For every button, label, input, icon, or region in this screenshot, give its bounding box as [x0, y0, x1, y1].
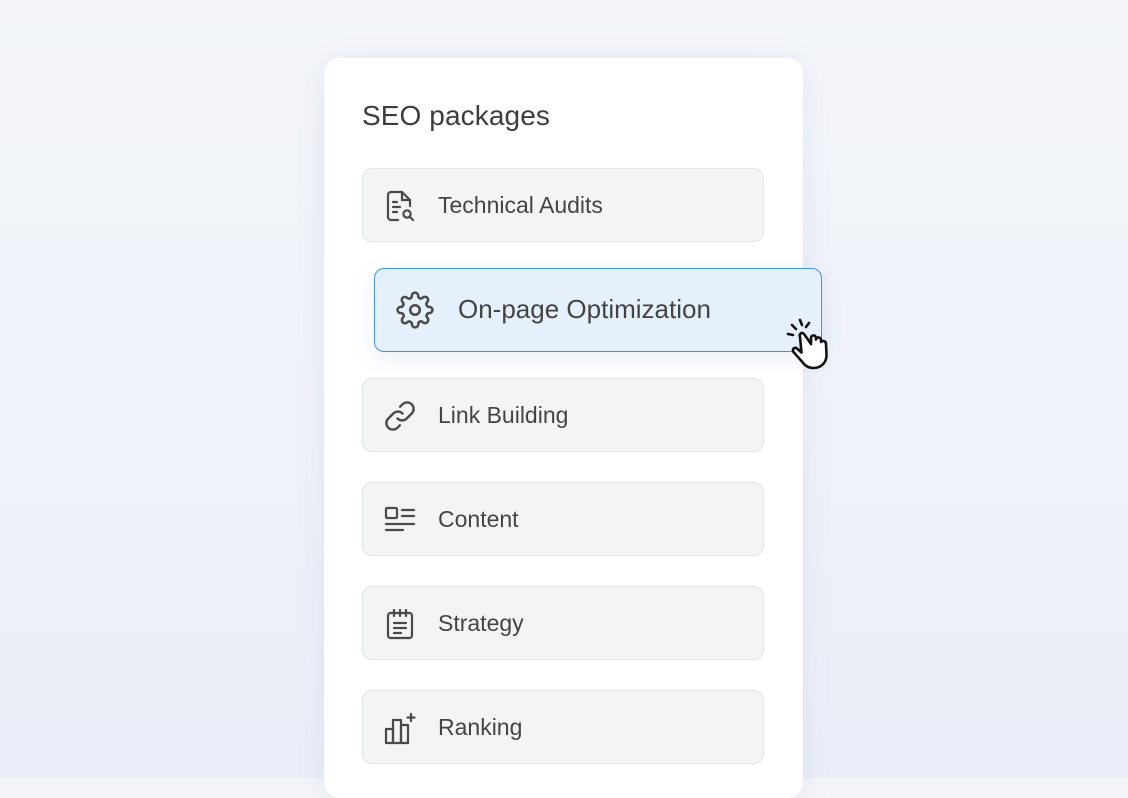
seo-packages-card: SEO packages Technical Audits Link Build… — [324, 58, 803, 798]
link-icon — [383, 399, 417, 433]
package-label: Ranking — [438, 713, 523, 740]
package-item-content[interactable]: Content — [362, 482, 764, 556]
notepad-icon — [383, 607, 417, 641]
document-search-icon — [383, 189, 417, 223]
content-layout-icon — [383, 503, 417, 537]
gear-icon — [396, 291, 434, 329]
package-label: Strategy — [438, 609, 524, 636]
package-label: On-page Optimization — [458, 294, 711, 324]
bar-chart-plus-icon — [383, 711, 417, 745]
package-item-technical-audits[interactable]: Technical Audits — [362, 168, 764, 242]
package-item-ranking[interactable]: Ranking — [362, 690, 764, 764]
package-item-on-page-optimization[interactable]: On-page Optimization — [374, 268, 822, 352]
package-label: Technical Audits — [438, 191, 603, 218]
panel-title: SEO packages — [362, 100, 550, 131]
pointing-hand-click-icon — [776, 316, 836, 374]
package-label: Link Building — [438, 401, 569, 428]
package-item-link-building[interactable]: Link Building — [362, 378, 764, 452]
package-item-strategy[interactable]: Strategy — [362, 586, 764, 660]
package-label: Content — [438, 505, 519, 532]
